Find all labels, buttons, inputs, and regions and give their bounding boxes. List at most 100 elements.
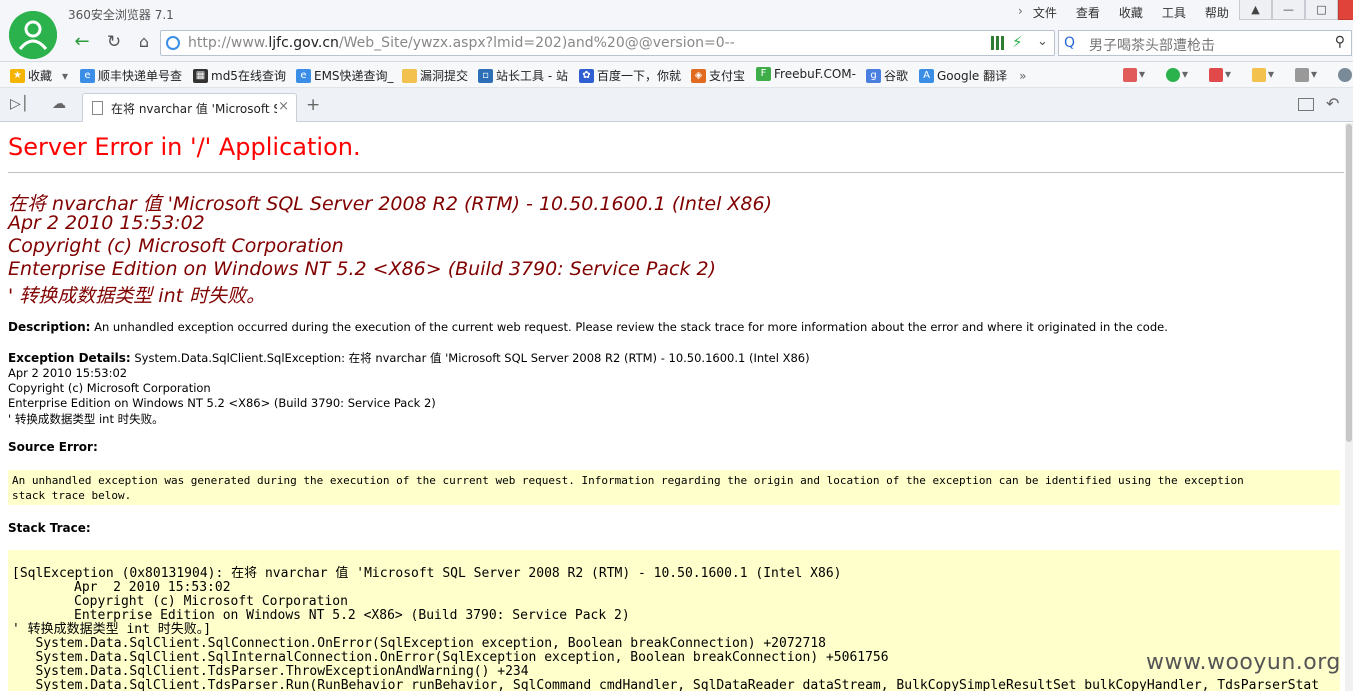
menu-tools[interactable]: 工具: [1162, 4, 1186, 22]
bookmark-freebuf[interactable]: F FreebuF.COM-: [756, 67, 856, 81]
search-input[interactable]: 男子喝茶头部遭枪击: [1089, 35, 1215, 55]
menu-file[interactable]: 文件: [1033, 4, 1057, 22]
url-domain: ljfc.gov.cn: [268, 35, 339, 51]
description-text: An unhandled exception occurred during t…: [90, 320, 1168, 334]
bookmark-label: 顺丰快递单号查: [98, 69, 183, 83]
source-error-line-2: stack trace below.: [12, 489, 132, 502]
bookmarks-bar: ★ 收藏 ▾ e 顺丰快递单号查 ▦ md5在线查询 e EMS快递查询_ 漏洞提交 ▫ 站…: [0, 62, 1353, 88]
ad-block-icon: [1252, 67, 1266, 82]
address-bar[interactable]: http://www.ljfc.gov.cn/Web_Site/ywzx.asp…: [160, 30, 1055, 56]
f-icon: F: [756, 67, 771, 81]
tab-active[interactable]: 在将 nvarchar 值 'Microsoft SQL Server 2008…: [82, 93, 297, 122]
stack-line-2: Apr 2 2010 15:53:02: [74, 580, 231, 595]
bookmark-label: 百度一下，你就: [597, 69, 682, 83]
user-avatar-icon[interactable]: [9, 11, 57, 59]
undo-close-icon[interactable]: ↶: [1326, 94, 1339, 113]
bookmark-alipay[interactable]: ◈ 支付宝: [691, 67, 745, 84]
url-prefix: http://www.: [188, 35, 269, 51]
bookmark-md5[interactable]: ▦ md5在线查询: [193, 67, 286, 84]
close-window-button[interactable]: ✕: [1338, 0, 1353, 20]
grid-icon: ▦: [193, 68, 208, 83]
address-url[interactable]: http://www.ljfc.gov.cn/Web_Site/ywzx.asp…: [188, 35, 735, 51]
tab-list-icon[interactable]: [1298, 98, 1314, 111]
stack-line-7: System.Data.SqlClient.SqlInternalConnect…: [12, 650, 889, 665]
menu-favorites[interactable]: 收藏: [1119, 4, 1143, 22]
reload-icon[interactable]: ↻: [102, 31, 126, 53]
url-path: /Web_Site/ywzx.aspx?lmid=202)and%20@@ver…: [338, 35, 735, 51]
ie-icon: e: [80, 68, 95, 83]
skin-button[interactable]: ▲: [1239, 0, 1272, 20]
stack-line-5: ' 转换成数据类型 int 时失败。]: [12, 622, 212, 637]
exception-label: Exception Details:: [8, 351, 131, 365]
sidebar-toggle-icon[interactable]: ▷│: [10, 96, 29, 112]
minimize-button[interactable]: —: [1272, 0, 1305, 20]
apps-tool[interactable]: ▾: [1123, 67, 1149, 83]
cloud-icon[interactable]: ☁: [52, 96, 66, 112]
bookmark-baidu[interactable]: ✿ 百度一下，你就: [579, 67, 681, 84]
page-title: Server Error in '/' Application.: [8, 133, 361, 161]
bookmark-google-translate[interactable]: A Google 翻译 »: [919, 67, 1026, 84]
chevron-right-icon[interactable]: ›: [1018, 4, 1023, 22]
screenshot-tool[interactable]: ▾: [1295, 67, 1321, 83]
star-icon: ★: [10, 68, 25, 83]
zoom-tool[interactable]: [1338, 67, 1353, 83]
exception-line-2: Apr 2 2010 15:53:02: [8, 366, 128, 380]
bookmark-label: 站长工具 - 站: [496, 69, 568, 83]
bookmark-google[interactable]: g 谷歌: [866, 67, 908, 84]
search-box[interactable]: Q 男子喝茶头部遭枪击 ⚲: [1058, 30, 1352, 56]
stack-line-6: System.Data.SqlClient.SqlConnection.OnEr…: [12, 636, 826, 651]
security-tool[interactable]: ▾: [1166, 67, 1192, 83]
exception-line-1: System.Data.SqlClient.SqlException: 在将 n…: [130, 351, 810, 365]
bookmark-label: 支付宝: [709, 69, 746, 83]
g-icon: g: [866, 68, 881, 83]
qr-code-icon[interactable]: [991, 36, 1005, 50]
bookmark-favorites[interactable]: ★ 收藏 ▾: [10, 67, 68, 84]
error-heading-line-5: ' 转换成数据类型 int 时失败。: [8, 285, 266, 307]
bookmark-webmaster-tools[interactable]: ▫ 站长工具 - 站: [478, 67, 568, 84]
security-icon: [1166, 67, 1180, 82]
scrollbar-thumb[interactable]: [1346, 124, 1352, 442]
error-heading-line-4: Enterprise Edition on Windows NT 5.2 <X8…: [8, 258, 717, 280]
apps-icon: [1123, 67, 1137, 82]
bookmark-vuln-submit[interactable]: 漏洞提交: [402, 67, 468, 84]
bookmark-ems[interactable]: e EMS快递查询_: [296, 67, 394, 84]
tab-title[interactable]: 在将 nvarchar 值 'Microsoft SQL Server 2008…: [111, 100, 277, 117]
page-content: Server Error in '/' Application. 在将 nvar…: [0, 123, 1353, 691]
paw-icon: ✿: [579, 68, 594, 83]
speed-mode-icon[interactable]: ⚡: [1012, 33, 1023, 51]
stack-line-9: System.Data.SqlClient.TdsParser.Run(RunB…: [12, 678, 1320, 691]
maximize-button[interactable]: □: [1305, 0, 1338, 20]
bookmark-label: 漏洞提交: [420, 69, 469, 83]
new-tab-button[interactable]: +: [306, 95, 320, 115]
menu-help[interactable]: 帮助: [1205, 4, 1229, 22]
window-controls: ▲ — □ ✕: [1239, 0, 1353, 22]
zoom-icon: [1338, 67, 1352, 82]
bookmark-label: md5在线查询: [211, 69, 286, 83]
bookmark-sf-express[interactable]: e 顺丰快递单号查: [80, 67, 182, 84]
more-bookmarks-icon[interactable]: »: [1019, 69, 1026, 83]
stack-trace-box: [SqlException (0x80131904): 在将 nvarchar …: [8, 550, 1340, 691]
search-icon[interactable]: ⚲: [1335, 34, 1345, 50]
close-tab-icon[interactable]: ×: [278, 99, 289, 114]
dictionary-icon: [1209, 67, 1223, 82]
bookmark-label: 收藏: [28, 69, 53, 83]
home-icon[interactable]: ⌂: [132, 31, 156, 53]
watermark: www.wooyun.org: [1146, 650, 1341, 675]
ad-block-tool[interactable]: ▾: [1252, 67, 1278, 83]
exception-line-5: ' 转换成数据类型 int 时失败。: [8, 412, 164, 426]
chart-icon: ▫: [478, 68, 493, 83]
back-arrow-icon[interactable]: ←: [70, 31, 94, 53]
search-engine-icon[interactable]: Q: [1064, 35, 1075, 51]
description-label: Description:: [8, 320, 91, 334]
page-icon: [92, 101, 103, 115]
error-heading-line-2: Apr 2 2010 15:53:02: [8, 212, 205, 234]
stack-line-3: Copyright (c) Microsoft Corporation: [74, 594, 348, 609]
bookmark-label: 谷歌: [884, 69, 909, 83]
screenshot-icon: [1295, 67, 1309, 82]
menu-view[interactable]: 查看: [1076, 4, 1100, 22]
translate-tool[interactable]: ▾: [1209, 67, 1235, 83]
app-title: 360安全浏览器 7.1: [68, 8, 174, 22]
chevron-down-icon[interactable]: ▾: [62, 69, 68, 83]
chevron-down-icon[interactable]: ⌄: [1037, 34, 1048, 49]
error-heading-line-3: Copyright (c) Microsoft Corporation: [8, 235, 344, 257]
